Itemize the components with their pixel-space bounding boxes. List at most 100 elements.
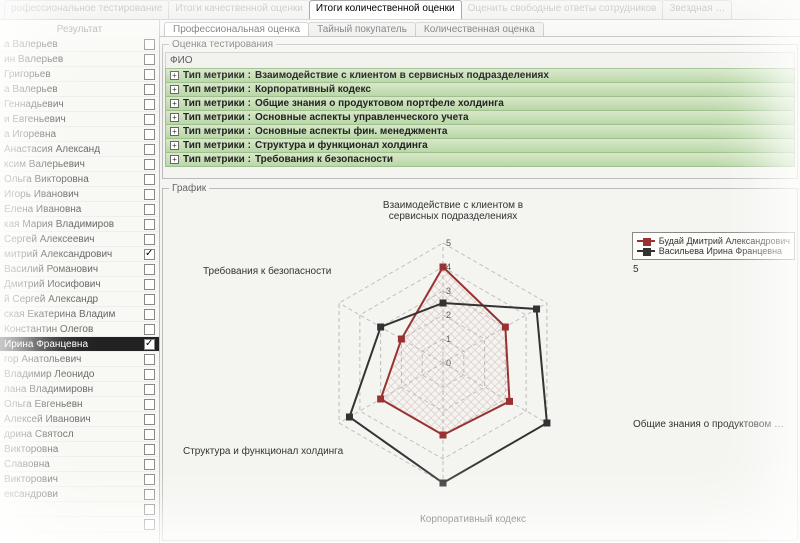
employee-sidebar: Результат а Валерьевин ВалерьевГригорьев…	[0, 20, 160, 543]
employee-row[interactable]: Ольга Викторовна	[0, 172, 159, 187]
axis-label: 5	[633, 264, 663, 275]
expand-icon[interactable]: +	[170, 71, 179, 80]
employee-row[interactable]: Алексей Иванович	[0, 412, 159, 427]
metric-prefix: Тип метрики :	[183, 126, 251, 137]
employee-checkbox[interactable]	[144, 279, 155, 290]
employee-checkbox[interactable]	[144, 474, 155, 485]
employee-row[interactable]	[0, 517, 159, 532]
employee-checkbox[interactable]	[144, 144, 155, 155]
employee-checkbox[interactable]	[144, 444, 155, 455]
employee-checkbox[interactable]	[144, 99, 155, 110]
employee-checkbox[interactable]	[144, 429, 155, 440]
employee-checkbox[interactable]	[144, 114, 155, 125]
employee-checkbox[interactable]	[144, 54, 155, 65]
employee-row[interactable]: дрина Святосл	[0, 427, 159, 442]
employee-label: Геннадьевич	[4, 99, 144, 110]
expand-icon[interactable]: +	[170, 127, 179, 136]
employee-row[interactable]: Владимир Леонидо	[0, 367, 159, 382]
employee-checkbox[interactable]	[144, 204, 155, 215]
employee-checkbox[interactable]	[144, 414, 155, 425]
employee-row[interactable]: Ирина Францевна	[0, 337, 159, 352]
employee-row[interactable]: Елена Ивановна	[0, 202, 159, 217]
employee-checkbox[interactable]	[144, 234, 155, 245]
employee-checkbox[interactable]	[144, 324, 155, 335]
employee-checkbox[interactable]	[144, 249, 155, 260]
main-tab-1[interactable]: Итоги качественной оценки	[168, 0, 309, 19]
employee-row[interactable]: Славовна	[0, 457, 159, 472]
employee-checkbox[interactable]	[144, 159, 155, 170]
metric-prefix: Тип метрики :	[183, 70, 251, 81]
employee-row[interactable]: Викторовна	[0, 442, 159, 457]
expand-icon[interactable]: +	[170, 141, 179, 150]
main-tab-2[interactable]: Итоги количественной оценки	[309, 0, 462, 19]
employee-row[interactable]: ин Валерьев	[0, 52, 159, 67]
employee-row[interactable]: а Валерьев	[0, 37, 159, 52]
employee-row[interactable]: Геннадьевич	[0, 97, 159, 112]
metric-row[interactable]: +Тип метрики : Требования к безопасности	[165, 152, 795, 167]
employee-checkbox[interactable]	[144, 84, 155, 95]
employee-checkbox[interactable]	[144, 39, 155, 50]
employee-row[interactable]: Константин Олегов	[0, 322, 159, 337]
employee-checkbox[interactable]	[144, 519, 155, 530]
main-tab-3[interactable]: Оценить свободные ответы сотрудников	[461, 0, 664, 19]
employee-row[interactable]	[0, 502, 159, 517]
employee-row[interactable]: Дмитрий Иосифович	[0, 277, 159, 292]
employee-checkbox[interactable]	[144, 339, 155, 350]
employee-row[interactable]: Игорь Иванович	[0, 187, 159, 202]
employee-row[interactable]: й Сергей Александр	[0, 292, 159, 307]
metric-row[interactable]: +Тип метрики : Структура и функционал хо…	[165, 138, 795, 153]
employee-row[interactable]: Василий Романович	[0, 262, 159, 277]
employee-row[interactable]: а Валерьев	[0, 82, 159, 97]
employee-checkbox[interactable]	[144, 354, 155, 365]
employee-checkbox[interactable]	[144, 489, 155, 500]
sub-tab-0[interactable]: Профессиональная оценка	[164, 22, 309, 36]
employee-checkbox[interactable]	[144, 129, 155, 140]
employee-checkbox[interactable]	[144, 219, 155, 230]
metric-row[interactable]: +Тип метрики : Основные аспекты управлен…	[165, 110, 795, 125]
employee-row[interactable]: ександрови	[0, 487, 159, 502]
employee-checkbox[interactable]	[144, 174, 155, 185]
employee-row[interactable]: Ольга Евгеньевн	[0, 397, 159, 412]
employee-row[interactable]: Викторович	[0, 472, 159, 487]
employee-checkbox[interactable]	[144, 264, 155, 275]
employee-row[interactable]: Анастасия Александ	[0, 142, 159, 157]
employee-row[interactable]: лана Владимировн	[0, 382, 159, 397]
metric-row[interactable]: +Тип метрики : Корпоративный кодекс	[165, 82, 795, 97]
employee-checkbox[interactable]	[144, 399, 155, 410]
employee-row[interactable]: и Евгеньевич	[0, 112, 159, 127]
sub-tab-1[interactable]: Тайный покупатель	[308, 22, 416, 36]
employee-row[interactable]: а Игоревна	[0, 127, 159, 142]
employee-row[interactable]: ксим Валерьевич	[0, 157, 159, 172]
metric-row[interactable]: +Тип метрики : Основные аспекты фин. мен…	[165, 124, 795, 139]
employee-row[interactable]: митрий Александрович	[0, 247, 159, 262]
employee-checkbox[interactable]	[144, 189, 155, 200]
employee-label: Анастасия Александ	[4, 144, 144, 155]
employee-checkbox[interactable]	[144, 384, 155, 395]
employee-label: Игорь Иванович	[4, 189, 144, 200]
employee-checkbox[interactable]	[144, 309, 155, 320]
employee-row[interactable]: Сергей Алексеевич	[0, 232, 159, 247]
metric-row[interactable]: +Тип метрики : Общие знания о продуктово…	[165, 96, 795, 111]
employee-row[interactable]: гор Анатольевич	[0, 352, 159, 367]
employee-checkbox[interactable]	[144, 459, 155, 470]
sub-tab-2[interactable]: Количественная оценка	[415, 22, 544, 36]
employee-checkbox[interactable]	[144, 504, 155, 515]
employee-row[interactable]: Григорьев	[0, 67, 159, 82]
employee-row[interactable]: кая Мария Владимиров	[0, 217, 159, 232]
main-tab-4[interactable]: Звездная …	[662, 0, 732, 19]
employee-checkbox[interactable]	[144, 69, 155, 80]
employee-label: гор Анатольевич	[4, 354, 144, 365]
employee-label: дрина Святосл	[4, 429, 144, 440]
employee-label: Викторовна	[4, 444, 144, 455]
employee-label: и Евгеньевич	[4, 114, 144, 125]
main-tab-0[interactable]: рофессиональное тестирование	[4, 0, 169, 19]
expand-icon[interactable]: +	[170, 155, 179, 164]
expand-icon[interactable]: +	[170, 85, 179, 94]
employee-checkbox[interactable]	[144, 294, 155, 305]
employee-checkbox[interactable]	[144, 369, 155, 380]
employee-row[interactable]: ская Екатерина Владим	[0, 307, 159, 322]
metric-row[interactable]: +Тип метрики : Взаимодействие с клиентом…	[165, 68, 795, 83]
expand-icon[interactable]: +	[170, 99, 179, 108]
expand-icon[interactable]: +	[170, 113, 179, 122]
testing-fieldset: Оценка тестирования ФИО +Тип метрики : В…	[162, 39, 798, 179]
